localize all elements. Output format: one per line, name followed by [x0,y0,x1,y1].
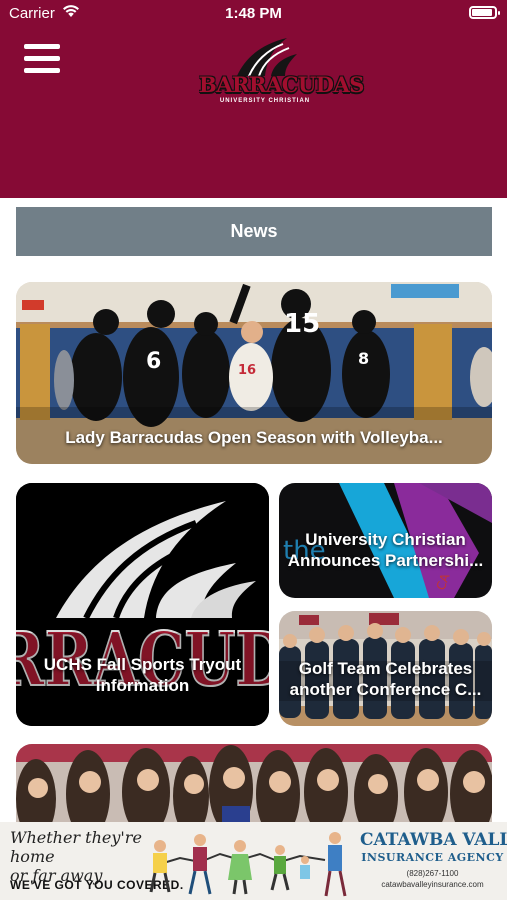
news-label: News [230,221,278,241]
news-card-tryout[interactable]: RRACUD UCHS Fall Sports Tryout Informati… [16,483,269,726]
news-card-title: Golf Team Celebrates another Conference … [289,659,482,699]
logo-subtitle: UNIVERSITY CHRISTIAN [219,98,311,104]
family-illustration [149,832,347,897]
ad-phone: (828)267-1100 [406,869,459,878]
menu-bar-line [24,56,60,61]
ad-brand-name: CATAWBA VALLEY [360,830,507,850]
status-time: 1:48 PM [225,5,282,22]
app-screen: Carrier 1:48 PM BARRACUDAS UNIVERSITY CH… [0,0,507,900]
svg-text:15: 15 [284,309,320,339]
news-card-title: University Christian Announces Partnersh… [287,530,484,570]
news-card-title: Lady Barracudas Open Season with Volleyb… [65,428,443,447]
status-bar: Carrier 1:48 PM [0,0,507,28]
ad-brand-block: CATAWBA VALLEY INSURANCE AGENCY (828)267… [360,830,507,889]
barracudas-logo: BARRACUDAS UNIVERSITY CHRISTIAN [197,36,364,106]
svg-text:6: 6 [146,349,161,374]
news-card-volleyball[interactable]: 6 15 8 16 Lady Barracudas Open Season wi… [16,282,492,464]
hamburger-menu-icon[interactable] [24,44,60,74]
svg-text:8: 8 [358,349,369,368]
news-section-header[interactable]: News [16,207,492,256]
menu-bar-line [24,68,60,73]
ad-brand-subtitle: INSURANCE AGENCY [361,851,504,864]
news-card-partnership[interactable]: the CA University Christian Announces Pa… [279,483,492,598]
news-card-golf[interactable]: Golf Team Celebrates another Conference … [279,611,492,726]
svg-text:16: 16 [238,363,256,378]
battery-icon [469,6,500,19]
logo-wordmark: BARRACUDAS [199,72,364,97]
menu-bar-line [24,44,60,49]
fin-icon [237,38,297,76]
app-header: Carrier 1:48 PM BARRACUDAS UNIVERSITY CH… [0,0,507,198]
ad-banner[interactable]: Whether they're home or far away WE'VE G… [0,822,507,900]
news-card-title: UCHS Fall Sports Tryout Information [43,655,242,695]
ad-url: catawbavalleyinsurance.com [381,880,484,889]
